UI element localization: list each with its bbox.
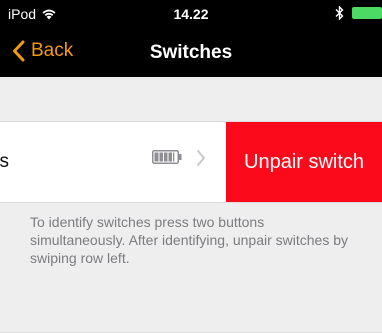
navigation-bar: Back Switches [0, 30, 382, 77]
status-right [335, 6, 382, 20]
status-time: 14.22 [173, 6, 209, 22]
unpair-switch-button[interactable]: Unpair switch [226, 122, 382, 202]
page-title: Switches [149, 42, 233, 63]
screen: iPod 14.22 Back Switches s Unpair switch… [0, 0, 382, 333]
battery-icon [152, 150, 182, 164]
content-area: ss [0, 77, 382, 333]
switch-row-content[interactable]: ss [0, 122, 226, 202]
switch-row[interactable]: ss [0, 121, 382, 203]
chevron-right-icon [196, 149, 206, 167]
battery-icon [352, 7, 382, 19]
switch-name: ss [0, 151, 9, 172]
status-bar: iPod 14.22 [0, 0, 382, 30]
footer-hint: To identify switches press two buttons s… [30, 214, 349, 266]
bluetooth-icon [335, 6, 344, 20]
